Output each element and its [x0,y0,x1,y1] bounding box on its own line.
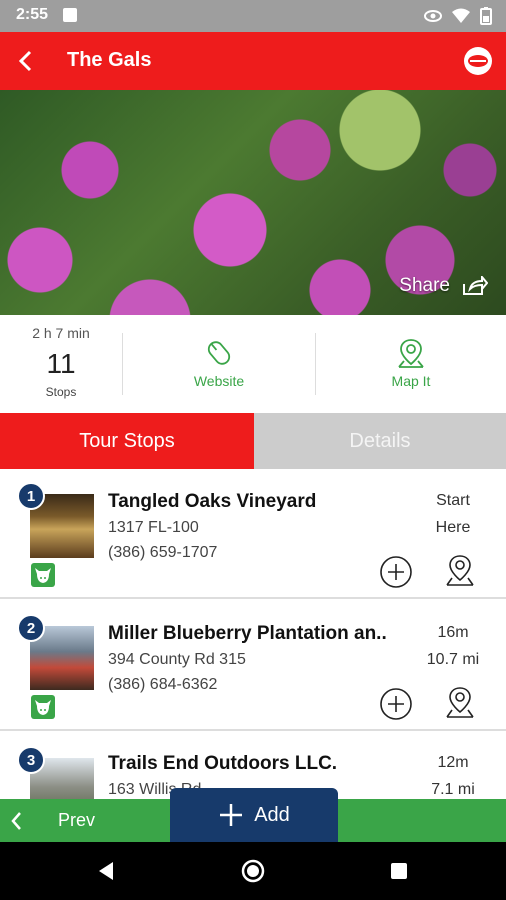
stops-label: Stops [45,385,77,399]
add-stop-icon[interactable] [379,555,413,589]
nav-recents-button[interactable] [369,842,429,900]
map-it-label: Map It [391,373,431,389]
prev-button[interactable]: Prev [8,799,95,842]
stop-meta-line2: 7.1 mi [431,781,475,798]
status-time: 2:55 [16,6,49,23]
nav-home-button[interactable] [223,842,283,900]
prev-label: Prev [58,810,96,830]
stop-meta-line1: 12m [437,754,469,771]
stop-meta-line1: 16m [437,624,469,641]
square-recents-icon [391,863,407,879]
share-icon [463,276,488,295]
stop-meta-line1: Start [436,492,470,509]
bottom-action-bar: Prev Add [0,788,506,842]
image-notification-icon [63,8,77,22]
status-icons [424,7,492,25]
app-bar: The Gals [0,32,506,90]
battery-icon [480,7,492,25]
chevron-left-icon [18,50,32,72]
stop-name: Trails End Outdoors LLC. [108,753,338,774]
farm-cow-icon [31,563,55,587]
add-label: Add [254,803,290,826]
stop-number-badge: 2 [17,614,45,642]
stops-count: 11 [46,348,76,379]
add-stop-icon[interactable] [379,687,413,721]
stop-number-badge: 1 [17,482,45,510]
page-title: The Gals [67,49,152,71]
stop-name: Miller Blueberry Plantation an.. [108,623,387,644]
share-label: Share [399,275,450,296]
chevron-left-icon [11,811,21,830]
tab-bar: Tour Stops Details [0,413,506,469]
plus-icon [220,804,243,826]
stop-meta: Start Here [418,487,488,541]
map-pin-icon[interactable] [443,553,477,587]
list-item[interactable]: 2 Miller Blueberry Plantation an.. 394 C… [0,601,506,731]
website-label: Website [193,373,245,389]
farm-cow-icon [31,695,55,719]
stop-address: 394 County Rd 315 [108,651,246,668]
website-button[interactable]: Website [124,337,314,389]
system-nav-bar [0,842,506,900]
tab-details[interactable]: Details [254,413,506,469]
add-button[interactable]: Add [170,788,338,842]
eye-icon [424,10,442,22]
back-button[interactable] [8,44,42,78]
tour-stop-list: 1 Tangled Oaks Vineyard 1317 FL-100 (386… [0,469,506,799]
map-it-button[interactable]: Map It [316,337,506,389]
stop-meta-line2: Here [435,519,471,536]
tour-info-row: 2 h 7 min 11 Stops Website Map It [0,315,506,413]
stop-phone[interactable]: (386) 684-6362 [108,676,217,694]
stop-name: Tangled Oaks Vineyard [108,491,317,512]
map-pin-icon [398,339,424,368]
wifi-icon [452,8,470,23]
stop-phone[interactable]: (386) 659-1707 [108,544,217,562]
stop-meta: 12m 7.1 mi [418,749,488,799]
status-bar: 2:55 [0,0,506,32]
stop-meta: 16m 10.7 mi [418,619,488,673]
stop-address: 1317 FL-100 [108,519,199,536]
nav-back-button[interactable] [76,842,136,900]
tab-tour-stops[interactable]: Tour Stops [0,413,254,469]
circle-home-icon [241,859,265,883]
stop-number-badge: 3 [17,746,45,774]
mouse-icon [207,341,231,365]
brand-logo-icon[interactable] [464,47,492,75]
divider [122,333,123,395]
list-item[interactable]: 1 Tangled Oaks Vineyard 1317 FL-100 (386… [0,469,506,599]
share-button[interactable]: Share [399,275,488,297]
stop-meta-line2: 10.7 mi [426,651,480,668]
map-pin-icon[interactable] [443,685,477,719]
hero-image: Share [0,90,506,315]
triangle-back-icon [99,862,113,880]
tour-duration: 2 h 7 min [32,325,90,341]
